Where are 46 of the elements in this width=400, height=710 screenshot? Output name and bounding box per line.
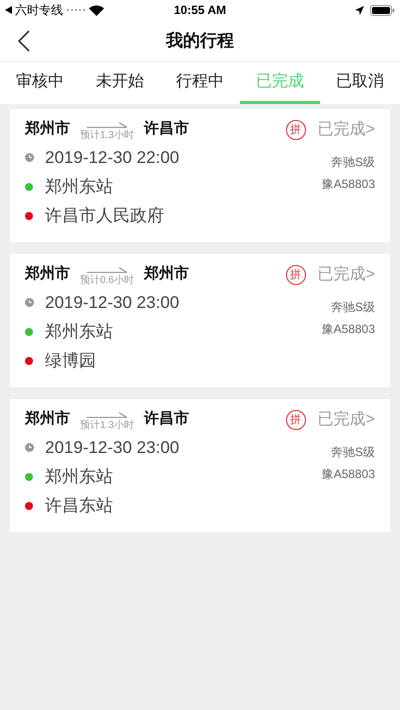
back-triangle-icon (5, 6, 12, 14)
location-arrow-icon (355, 6, 364, 14)
departure-city: 郑州市 (25, 408, 70, 428)
destination-city: 许昌市 (144, 118, 189, 138)
departure-city: 郑州市 (25, 264, 70, 284)
carrier-name: 六时专线 (15, 2, 63, 19)
stop-name: 许昌东站 (45, 494, 113, 517)
stop-name: 郑州东站 (45, 466, 113, 488)
trip-card[interactable]: 郑州市 预计1.3小时 许昌市 2019-12-30 22:00 郑州东站 许昌市人民政府 拼 已完成> 奔驰S级 豫A58803 (10, 109, 390, 242)
trip-tab[interactable]: 行程中 (160, 62, 240, 104)
car-model: 奔驰S级 (330, 299, 375, 316)
signal-icon (66, 8, 86, 12)
trip-card[interactable]: 郑州市 预计1.3小时 许昌市 2019-12-30 23:00 郑州东站 许昌东站 拼 已完成> 奔驰S级 豫A58803 (10, 399, 390, 532)
back-chevron-icon (18, 30, 30, 52)
trip-tab[interactable]: 审核中 (0, 62, 80, 104)
estimated-duration: 预计1.3小时 (80, 418, 134, 433)
clock-icon (25, 298, 34, 307)
trip-tab[interactable]: 已取消 (320, 62, 400, 104)
car-model: 奔驰S级 (330, 154, 375, 171)
estimated-duration: 预计1.3小时 (80, 128, 134, 143)
license-plate: 豫A58803 (322, 466, 375, 483)
destination-city: 郑州市 (144, 264, 189, 284)
car-model: 奔驰S级 (330, 444, 375, 461)
stop-name: 郑州东站 (45, 176, 113, 198)
stop-name: 许昌市人民政府 (45, 204, 164, 227)
carpool-badge: 拼 (286, 120, 306, 140)
license-plate: 豫A58803 (322, 321, 375, 338)
trip-tab[interactable]: 未开始 (80, 62, 160, 104)
estimated-duration: 预计0.6小时 (80, 274, 134, 288)
departure-time: 2019-12-30 23:00 (45, 436, 180, 459)
license-plate: 豫A58803 (322, 176, 375, 193)
departure-city: 郑州市 (25, 118, 70, 138)
destination-city: 许昌市 (144, 408, 189, 428)
clock-icon (25, 153, 34, 162)
departure-time: 2019-12-30 23:00 (45, 292, 180, 314)
stop-name: 绿博园 (45, 350, 96, 372)
carpool-badge: 拼 (286, 410, 306, 430)
battery-icon (370, 4, 395, 16)
wifi-icon (89, 4, 104, 16)
status-time: 10:55 AM (174, 3, 226, 17)
departure-time: 2019-12-30 22:00 (45, 146, 180, 169)
clock-icon (25, 443, 34, 452)
carpool-badge: 拼 (286, 265, 306, 285)
stop-name: 郑州东站 (45, 320, 113, 343)
trip-card[interactable]: 郑州市 预计0.6小时 郑州市 2019-12-30 23:00 郑州东站 绿博园 拼 已完成> 奔驰S级 豫A58803 (10, 254, 390, 387)
page-title: 我的行程 (166, 30, 234, 50)
